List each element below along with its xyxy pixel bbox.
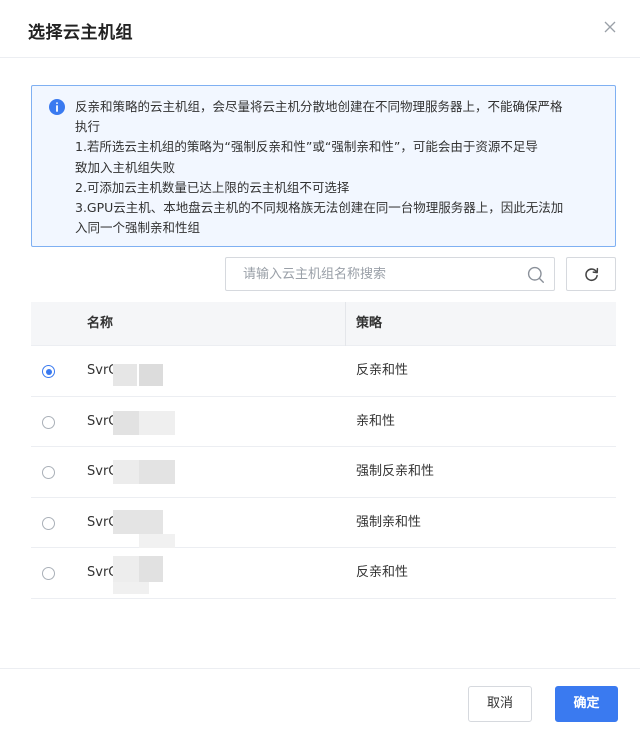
table-header: 名称 策略 (31, 302, 616, 346)
masked-text (139, 533, 175, 548)
masked-text (139, 364, 163, 386)
close-button[interactable] (600, 17, 620, 37)
info-icon (49, 99, 65, 115)
host-group-table: 名称 策略 SvrG 反亲和性 SvrG 亲和性 SvrG 强制反亲和性 Svr… (31, 302, 616, 599)
row-radio[interactable] (42, 415, 55, 429)
dialog-header: 选择云主机组 (0, 0, 640, 58)
notice-line: 反亲和策略的云主机组，会尽量将云主机分散地创建在不同物理服务器上，不能确保严格 (75, 99, 563, 114)
search-box (225, 257, 555, 291)
dialog-title: 选择云主机组 (28, 23, 133, 43)
masked-text (139, 410, 175, 435)
close-icon (604, 21, 616, 33)
notice-line: 执行 (75, 119, 101, 135)
dialog-footer: 取消 确定 (0, 668, 640, 731)
row-radio[interactable] (42, 466, 55, 480)
notice-line: 1.若所选云主机组的策略为“强制反亲和性”或“强制亲和性”，可能会由于资源不足导 (75, 139, 538, 155)
host-group-policy: 强制亲和性 (356, 514, 422, 530)
host-group-policy: 亲和性 (356, 413, 396, 429)
column-divider (345, 302, 346, 346)
masked-text (113, 410, 139, 435)
row-radio[interactable] (42, 516, 55, 530)
host-group-policy: 反亲和性 (356, 565, 409, 581)
table-row[interactable]: SvrG 反亲和性 (31, 346, 616, 397)
table-row[interactable]: SvrG 反亲和性 (31, 548, 616, 599)
notice-line: 3.GPU云主机、本地盘云主机的不同规格族无法创建在同一台物理服务器上，因此无法… (75, 200, 564, 216)
row-radio[interactable] (42, 567, 55, 581)
host-group-policy: 反亲和性 (356, 363, 409, 378)
notice-box: 反亲和策略的云主机组，会尽量将云主机分散地创建在不同物理服务器上，不能确保严格 … (31, 85, 616, 247)
row-radio[interactable] (42, 365, 55, 378)
masked-text (113, 556, 139, 583)
column-header-policy: 策略 (356, 316, 383, 331)
search-input[interactable] (226, 258, 516, 290)
masked-text (113, 509, 163, 534)
masked-text (113, 364, 137, 386)
masked-text (139, 460, 175, 485)
table-row[interactable]: SvrG 强制亲和性 (31, 498, 616, 549)
cancel-button[interactable]: 取消 (468, 686, 532, 722)
select-host-group-dialog: 选择云主机组 反亲和策略的云主机组，会尽量将云主机分散地创建在不同物理服务器上，… (0, 0, 640, 731)
refresh-button[interactable] (566, 257, 616, 291)
table-row[interactable]: SvrG 亲和性 (31, 397, 616, 448)
masked-text (139, 556, 163, 583)
notice-line: 入同一个强制亲和性组 (75, 220, 201, 236)
notice-line: 致加入主机组失败 (75, 159, 176, 175)
notice-line: 2.可添加云主机数量已达上限的云主机组不可选择 (75, 179, 350, 195)
masked-text (113, 582, 149, 595)
masked-text (113, 460, 139, 485)
refresh-icon (585, 267, 599, 282)
column-header-name: 名称 (87, 316, 114, 331)
table-row[interactable]: SvrG 强制反亲和性 (31, 447, 616, 498)
search-icon[interactable] (527, 266, 545, 284)
host-group-policy: 强制反亲和性 (356, 464, 435, 480)
confirm-button[interactable]: 确定 (555, 686, 618, 722)
notice-text: 反亲和策略的云主机组，会尽量将云主机分散地创建在不同物理服务器上，不能确保严格 … (75, 97, 605, 238)
